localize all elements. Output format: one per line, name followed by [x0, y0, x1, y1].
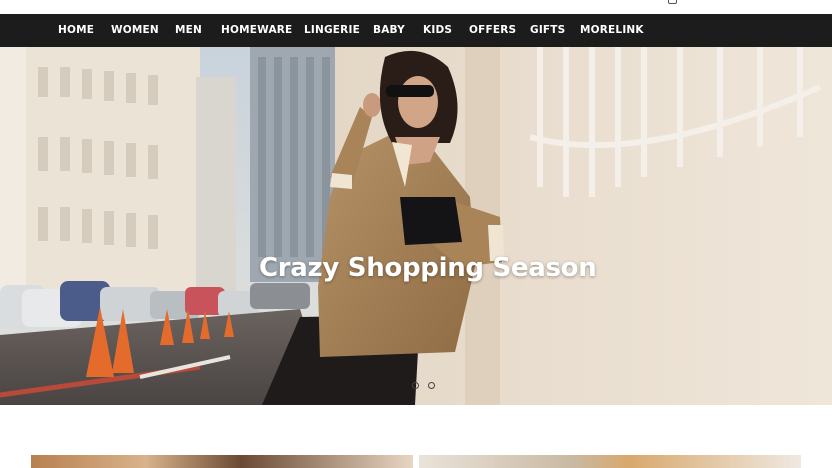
hero-carousel[interactable]: Crazy Shopping Season [0, 47, 832, 405]
nav-item-homeware[interactable]: HOMEWARE [221, 14, 292, 47]
featured-card-1[interactable] [31, 455, 413, 468]
featured-card-2[interactable] [419, 455, 801, 468]
nav-item-gifts[interactable]: GIFTS [530, 14, 565, 47]
nav-item-baby[interactable]: BABY [373, 14, 405, 47]
main-navigation: HOME WOMEN MEN HOMEWARE LINGERIE BABY KI… [0, 14, 832, 47]
nav-item-men[interactable]: MEN [175, 14, 202, 47]
nav-list: HOME WOMEN MEN HOMEWARE LINGERIE BABY KI… [0, 14, 832, 47]
nav-item-kids[interactable]: KIDS [423, 14, 452, 47]
nav-item-women[interactable]: WOMEN [111, 14, 159, 47]
top-utility-bar [0, 0, 832, 14]
hero-image [0, 47, 832, 405]
featured-cards [0, 455, 832, 468]
carousel-dot-2[interactable] [428, 382, 435, 389]
nav-item-offers[interactable]: OFFERS [469, 14, 516, 47]
cart-icon[interactable] [668, 0, 677, 4]
carousel-dot-1[interactable] [412, 382, 419, 389]
nav-item-home[interactable]: HOME [58, 14, 94, 47]
nav-item-morelink[interactable]: MORELINK [580, 14, 644, 47]
hero-title: Crazy Shopping Season [259, 253, 597, 283]
nav-item-lingerie[interactable]: LINGERIE [304, 14, 360, 47]
